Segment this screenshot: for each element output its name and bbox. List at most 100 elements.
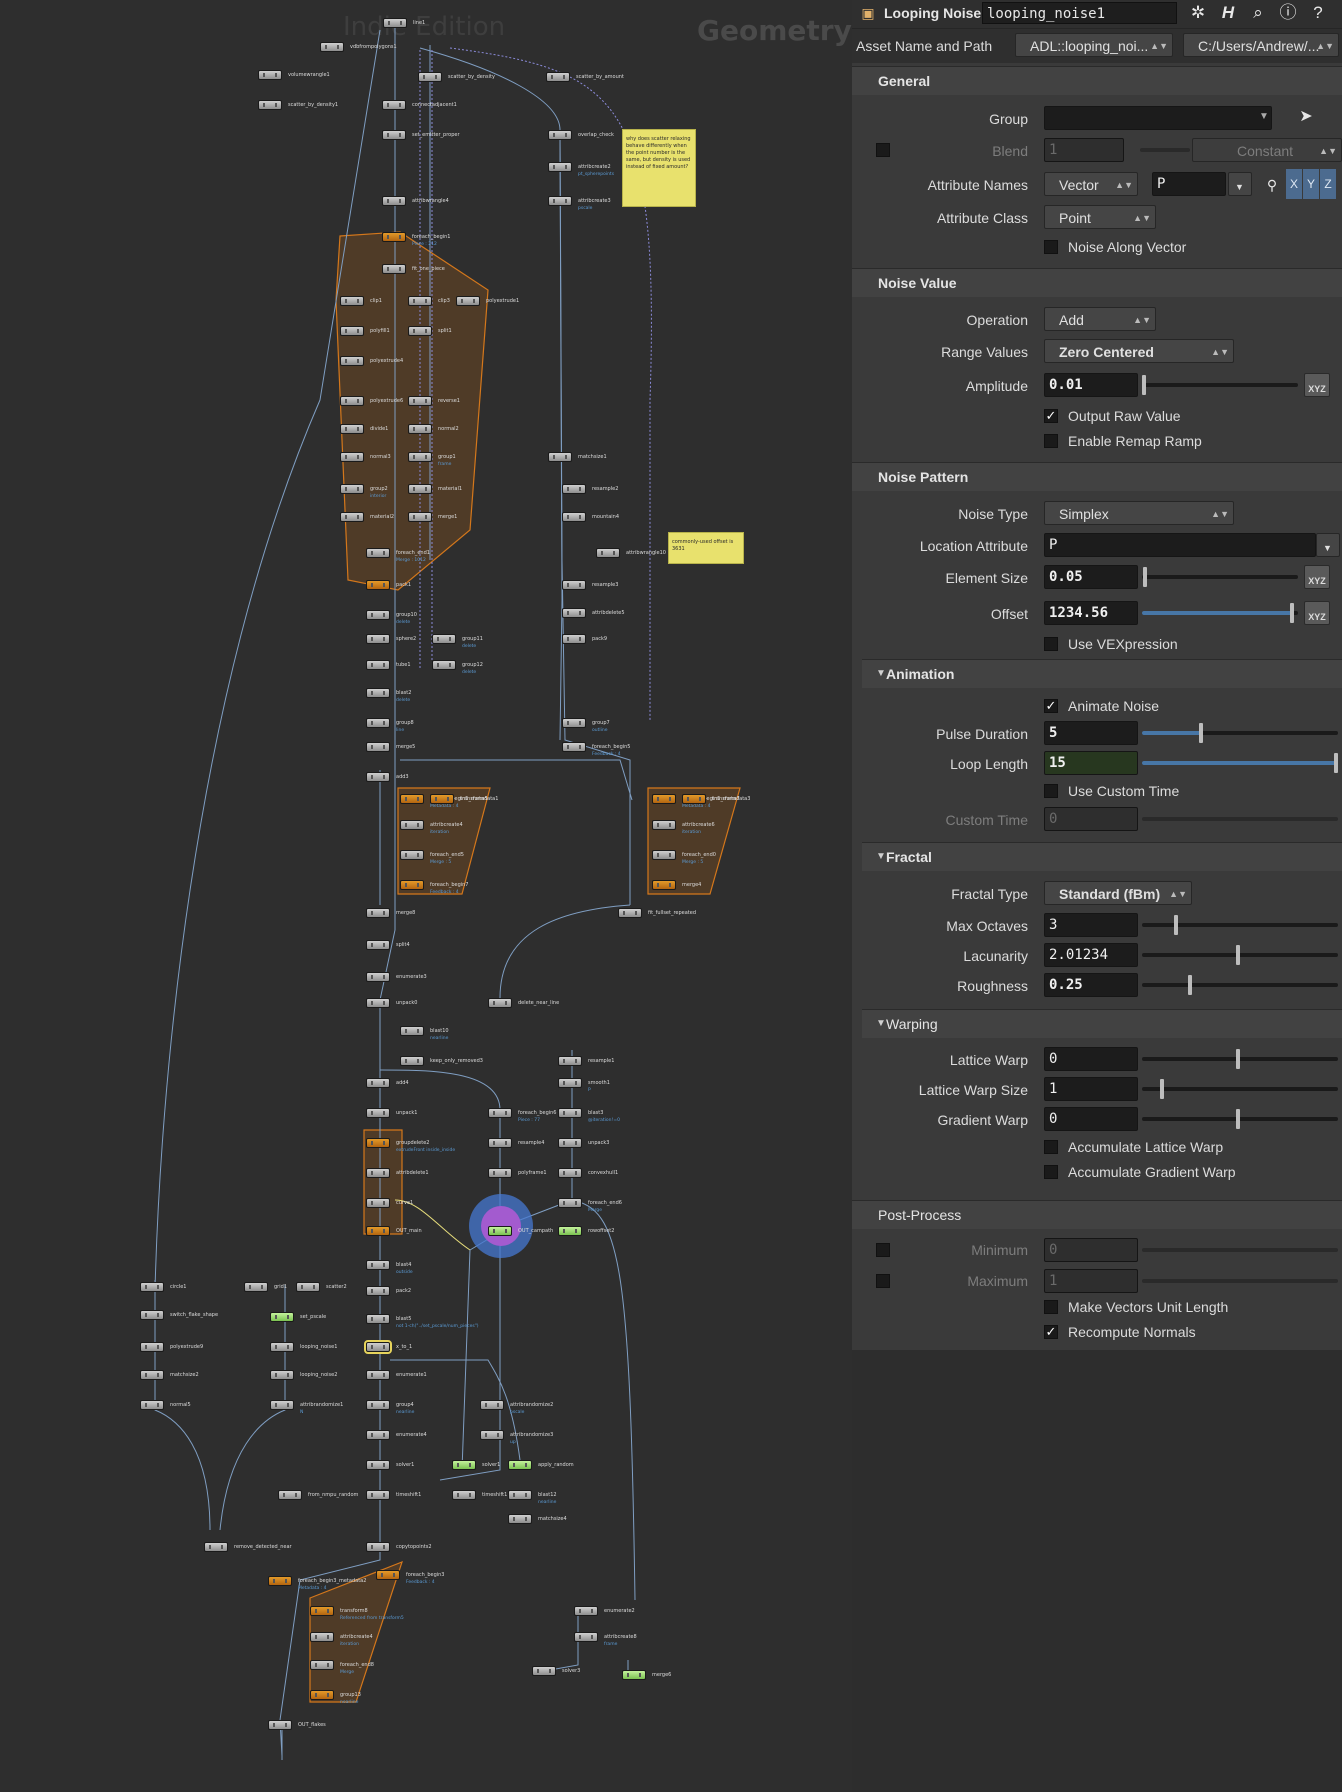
network-node[interactable] <box>278 1490 302 1500</box>
pulse-duration-slider[interactable] <box>1142 723 1338 743</box>
vector-expand-button[interactable]: XYZ <box>1304 565 1330 589</box>
attribute-class-dropdown[interactable]: Point ▲▼ <box>1044 205 1156 229</box>
network-node[interactable] <box>408 452 432 462</box>
network-node[interactable] <box>532 1666 556 1676</box>
network-node[interactable] <box>558 1198 582 1208</box>
maximum-field[interactable]: 1 <box>1044 1269 1138 1293</box>
network-node[interactable] <box>382 100 406 110</box>
fractal-type-dropdown[interactable]: Standard (fBm) ▲▼ <box>1044 881 1192 905</box>
accumulate-lattice-checkbox[interactable] <box>1044 1140 1058 1154</box>
minimum-field[interactable]: 0 <box>1044 1238 1138 1262</box>
network-node[interactable] <box>432 660 456 670</box>
network-node[interactable] <box>310 1606 334 1616</box>
gear-icon[interactable]: ✲ <box>1186 2 1210 24</box>
network-node[interactable] <box>432 634 456 644</box>
network-node[interactable] <box>366 772 390 782</box>
roughness-field[interactable]: 0.25 <box>1044 973 1138 997</box>
lacunarity-slider[interactable] <box>1142 945 1338 965</box>
sticky-note-offset[interactable]: commonly-used offset is 3631 <box>668 532 744 564</box>
section-fractal[interactable]: ▼ Fractal <box>862 842 1342 871</box>
network-node[interactable] <box>366 1314 390 1324</box>
network-node[interactable] <box>366 1460 390 1470</box>
network-node[interactable] <box>268 1576 292 1586</box>
network-node[interactable] <box>366 610 390 620</box>
network-node[interactable] <box>258 100 282 110</box>
chevron-down-icon[interactable]: ▼ <box>1252 106 1276 128</box>
use-vexpression-checkbox[interactable] <box>1044 637 1058 651</box>
network-node[interactable] <box>366 998 390 1008</box>
amplitude-slider[interactable] <box>1142 375 1298 395</box>
network-node[interactable] <box>310 1690 334 1700</box>
network-editor[interactable]: Indie Edition Geometry why does scatter … <box>0 0 852 1792</box>
lattice-warp-size-field[interactable]: 1 <box>1044 1077 1138 1101</box>
blend-field[interactable]: 1 <box>1044 138 1124 162</box>
attribute-type-dropdown[interactable]: Vector ▲▼ <box>1044 172 1138 196</box>
network-node[interactable] <box>558 1056 582 1066</box>
network-node[interactable] <box>366 1542 390 1552</box>
network-node[interactable] <box>366 580 390 590</box>
network-node[interactable] <box>400 850 424 860</box>
network-node[interactable] <box>383 18 407 28</box>
max-octaves-field[interactable]: 3 <box>1044 913 1138 937</box>
noise-type-dropdown[interactable]: Simplex ▲▼ <box>1044 501 1234 525</box>
network-node[interactable] <box>366 634 390 644</box>
lattice-warp-field[interactable]: 0 <box>1044 1047 1138 1071</box>
network-node[interactable] <box>548 452 572 462</box>
network-node[interactable] <box>596 548 620 558</box>
section-noise-pattern[interactable]: Noise Pattern <box>852 462 1342 491</box>
maximum-slider[interactable] <box>1142 1279 1338 1283</box>
network-node[interactable] <box>508 1490 532 1500</box>
search-icon[interactable]: ⌕ <box>1246 2 1270 24</box>
slider-knob[interactable] <box>1236 1109 1240 1129</box>
network-node[interactable] <box>366 1138 390 1148</box>
slider-knob[interactable] <box>1160 1079 1164 1099</box>
pulse-duration-field[interactable]: 5 <box>1044 721 1138 745</box>
network-node[interactable] <box>296 1282 320 1292</box>
network-node[interactable] <box>366 1370 390 1380</box>
element-size-slider[interactable] <box>1142 567 1298 587</box>
network-node[interactable] <box>270 1400 294 1410</box>
network-node[interactable] <box>270 1312 294 1322</box>
custom-time-field[interactable]: 0 <box>1044 807 1138 831</box>
network-node[interactable] <box>574 1632 598 1642</box>
lattice-warp-slider[interactable] <box>1142 1049 1338 1069</box>
minimum-slider[interactable] <box>1142 1248 1338 1252</box>
asset-name-dropdown[interactable]: ADL::looping_noi... ▲▼ <box>1015 33 1173 57</box>
network-node[interactable] <box>270 1342 294 1352</box>
network-node[interactable] <box>400 1026 424 1036</box>
vector-expand-button[interactable]: XYZ <box>1304 373 1330 397</box>
unit-length-checkbox[interactable] <box>1044 1300 1058 1314</box>
location-attribute-menu[interactable]: ▼ <box>1316 533 1340 557</box>
network-node[interactable] <box>376 1570 400 1580</box>
network-node[interactable] <box>548 130 572 140</box>
network-node[interactable] <box>366 660 390 670</box>
network-node[interactable] <box>400 1056 424 1066</box>
network-node[interactable] <box>366 548 390 558</box>
operation-dropdown[interactable]: Add ▲▼ <box>1044 307 1156 331</box>
network-node[interactable] <box>652 880 676 890</box>
network-node[interactable] <box>562 484 586 494</box>
blend-mode-dropdown[interactable]: Constant ▲▼ <box>1192 138 1342 162</box>
network-node[interactable] <box>382 232 406 242</box>
axis-z-button[interactable]: Z <box>1320 169 1336 199</box>
slider-knob[interactable] <box>1334 753 1338 773</box>
network-node[interactable] <box>366 972 390 982</box>
network-node[interactable] <box>488 1138 512 1148</box>
vector-expand-button[interactable]: XYZ <box>1304 601 1330 625</box>
network-node[interactable] <box>622 1670 646 1680</box>
attribute-name-field[interactable]: P <box>1152 172 1226 196</box>
slider-knob[interactable] <box>1142 375 1146 395</box>
network-node[interactable] <box>400 794 424 804</box>
network-node[interactable] <box>366 688 390 698</box>
network-node[interactable] <box>340 356 364 366</box>
network-node[interactable] <box>366 940 390 950</box>
network-node[interactable] <box>562 742 586 752</box>
network-node[interactable] <box>548 162 572 172</box>
section-warping[interactable]: ▼ Warping <box>862 1009 1342 1038</box>
network-node[interactable] <box>340 484 364 494</box>
output-raw-value-checkbox[interactable]: ✓ <box>1044 409 1058 423</box>
section-general[interactable]: General <box>852 66 1342 95</box>
houdini-h-icon[interactable]: H <box>1216 2 1240 24</box>
lattice-warp-size-slider[interactable] <box>1142 1079 1338 1099</box>
network-node[interactable] <box>400 880 424 890</box>
